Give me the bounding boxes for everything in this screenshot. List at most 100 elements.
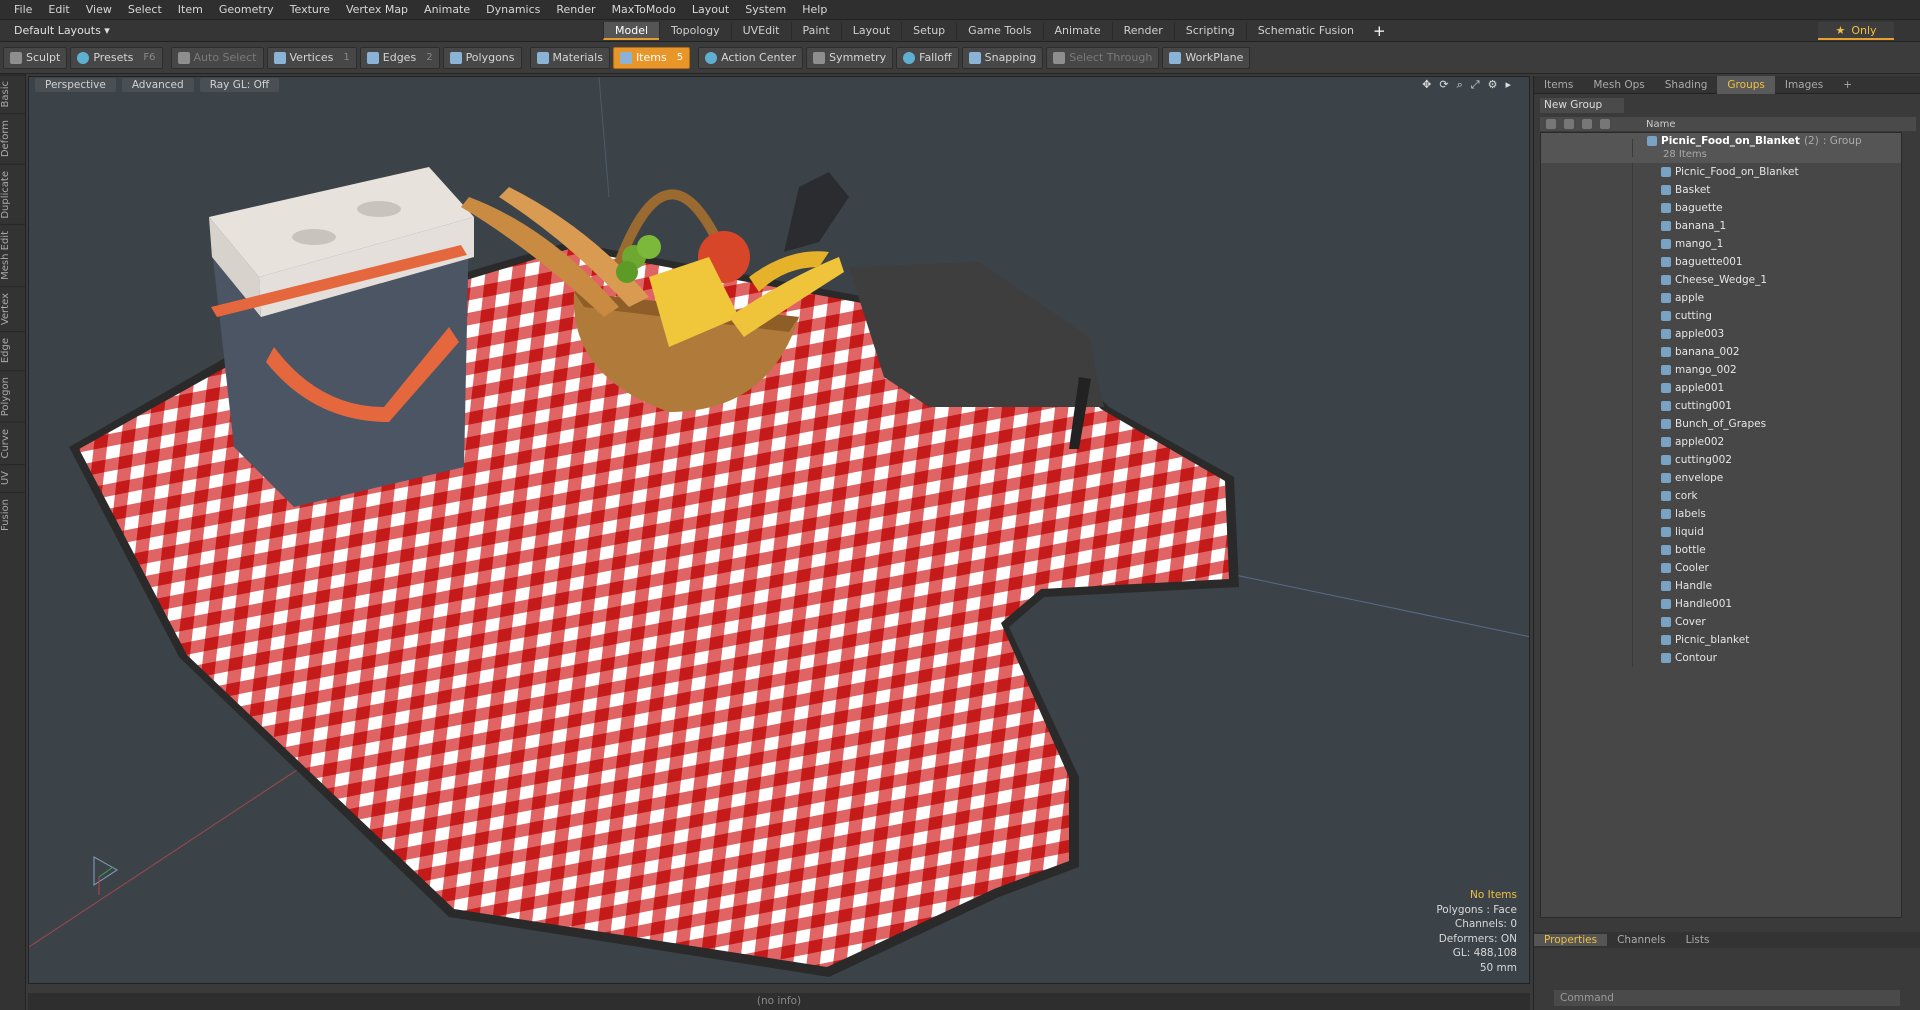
tree-item[interactable]: apple	[1541, 289, 1901, 307]
menu-item-edit[interactable]: Edit	[40, 3, 77, 16]
panel-tab-groups[interactable]: Groups	[1717, 75, 1775, 94]
tree-item[interactable]: Bunch_of_Grapes	[1541, 415, 1901, 433]
rail-tab-mesh-edit[interactable]: Mesh Edit	[0, 224, 26, 287]
menu-item-view[interactable]: View	[78, 3, 120, 16]
tab-layout[interactable]: Layout	[840, 22, 901, 40]
only-toggle[interactable]: ★ Only	[1818, 22, 1894, 40]
tree-item[interactable]: Cover	[1541, 613, 1901, 631]
bottom-tab-channels[interactable]: Channels	[1607, 934, 1676, 946]
menu-item-geometry[interactable]: Geometry	[211, 3, 282, 16]
snapping-button[interactable]: Snapping	[961, 46, 1044, 69]
items-button[interactable]: Items 5	[612, 46, 691, 69]
tab-scripting[interactable]: Scripting	[1173, 22, 1246, 40]
tree-item[interactable]: baguette001	[1541, 253, 1901, 271]
tree-item[interactable]: apple002	[1541, 433, 1901, 451]
vertices-button[interactable]: Vertices 1	[266, 46, 357, 69]
action-center-button[interactable]: Action Center	[698, 46, 804, 69]
add-tab-icon[interactable]: +	[1365, 22, 1394, 40]
panel-tab-images[interactable]: Images	[1775, 76, 1833, 94]
workplane-button[interactable]: WorkPlane	[1162, 46, 1251, 69]
new-group-button[interactable]: New Group	[1540, 98, 1624, 113]
rail-tab-basic[interactable]: Basic	[0, 74, 26, 114]
raygl-dropdown[interactable]: Ray GL: Off	[199, 78, 280, 92]
menu-item-help[interactable]: Help	[794, 3, 835, 16]
tree-item[interactable]: liquid	[1541, 523, 1901, 541]
tree-item[interactable]: banana_1	[1541, 217, 1901, 235]
tab-setup[interactable]: Setup	[901, 22, 956, 40]
edges-button[interactable]: Edges 2	[359, 46, 440, 69]
rail-tab-fusion[interactable]: Fusion	[0, 491, 26, 537]
tab-animate[interactable]: Animate	[1042, 22, 1112, 40]
tab-model[interactable]: Model	[603, 22, 660, 40]
symmetry-button[interactable]: Symmetry	[806, 46, 894, 69]
tree-item[interactable]: envelope	[1541, 469, 1901, 487]
view-mode-dropdown[interactable]: Perspective	[35, 78, 116, 92]
rail-tab-vertex[interactable]: Vertex	[0, 286, 26, 332]
tab-topology[interactable]: Topology	[659, 22, 731, 40]
default-layouts-dropdown[interactable]: Default Layouts ▾	[14, 24, 134, 37]
menu-item-vertex-map[interactable]: Vertex Map	[338, 3, 416, 16]
tree-item[interactable]: cork	[1541, 487, 1901, 505]
rail-tab-duplicate[interactable]: Duplicate	[0, 163, 26, 225]
fit-view-icon[interactable]: ⤢	[1471, 78, 1480, 92]
tree-item[interactable]: cutting002	[1541, 451, 1901, 469]
zoom-view-icon[interactable]: ⌕	[1457, 78, 1463, 92]
menu-item-dynamics[interactable]: Dynamics	[478, 3, 548, 16]
rotate-view-icon[interactable]: ⟳	[1439, 78, 1448, 92]
command-input[interactable]: Command	[1554, 990, 1900, 1006]
tree-item[interactable]: Contour	[1541, 649, 1901, 667]
rail-tab-edge[interactable]: Edge	[0, 331, 26, 370]
tree-item[interactable]: apple003	[1541, 325, 1901, 343]
tree-item[interactable]: Basket	[1541, 181, 1901, 199]
shading-dropdown[interactable]: Advanced	[121, 78, 194, 92]
rail-tab-polygon[interactable]: Polygon	[0, 369, 26, 422]
menu-item-file[interactable]: File	[6, 3, 40, 16]
panel-tab-items[interactable]: Items	[1534, 76, 1583, 94]
tree-item[interactable]: Cheese_Wedge_1	[1541, 271, 1901, 289]
menu-item-select[interactable]: Select	[120, 3, 170, 16]
falloff-button[interactable]: Falloff	[896, 46, 959, 69]
tree-item[interactable]: banana_002	[1541, 343, 1901, 361]
tree-item[interactable]: labels	[1541, 505, 1901, 523]
3d-viewport[interactable]: Perspective Advanced Ray GL: Off ✥ ⟳ ⌕ ⤢…	[28, 76, 1530, 984]
tab-schematic-fusion[interactable]: Schematic Fusion	[1245, 22, 1365, 40]
menu-item-maxtomodo[interactable]: MaxToModo	[604, 3, 684, 16]
tree-item[interactable]: Picnic_Food_on_Blanket	[1541, 163, 1901, 181]
rail-tab-deform[interactable]: Deform	[0, 113, 26, 164]
menu-item-layout[interactable]: Layout	[684, 3, 737, 16]
rail-tab-uv[interactable]: UV	[0, 464, 26, 492]
materials-button[interactable]: Materials	[529, 46, 610, 69]
tree-item[interactable]: cutting	[1541, 307, 1901, 325]
tab-render[interactable]: Render	[1111, 22, 1174, 40]
tree-item[interactable]: cutting001	[1541, 397, 1901, 415]
tree-item[interactable]: Picnic_blanket	[1541, 631, 1901, 649]
tree-item[interactable]: Handle001	[1541, 595, 1901, 613]
tree-item[interactable]: bottle	[1541, 541, 1901, 559]
select-through-button[interactable]: Select Through	[1046, 46, 1160, 69]
bottom-tab-lists[interactable]: Lists	[1676, 934, 1720, 946]
panel-tab-shading[interactable]: Shading	[1655, 76, 1718, 94]
tab-game-tools[interactable]: Game Tools	[956, 22, 1042, 40]
menu-item-system[interactable]: System	[737, 3, 794, 16]
menu-item-animate[interactable]: Animate	[416, 3, 478, 16]
auto-select-button[interactable]: Auto Select	[170, 46, 264, 69]
polygons-button[interactable]: Polygons	[442, 46, 522, 69]
move-view-icon[interactable]: ✥	[1422, 78, 1431, 92]
settings-icon[interactable]: ⚙	[1488, 78, 1498, 92]
rail-tab-curve[interactable]: Curve	[0, 421, 26, 465]
panel-tab-mesh-ops[interactable]: Mesh Ops	[1583, 76, 1654, 94]
expand-icon[interactable]: ▸	[1505, 78, 1511, 92]
bottom-tab-properties[interactable]: Properties	[1534, 934, 1608, 946]
tree-item[interactable]: baguette	[1541, 199, 1901, 217]
tree-item[interactable]: mango_1	[1541, 235, 1901, 253]
menu-item-item[interactable]: Item	[170, 3, 211, 16]
menu-item-render[interactable]: Render	[548, 3, 603, 16]
sculpt-button[interactable]: Sculpt	[3, 46, 68, 69]
menu-item-texture[interactable]: Texture	[282, 3, 338, 16]
tree-root-group[interactable]: Picnic_Food_on_Blanket (2) : Group 28 It…	[1541, 133, 1901, 163]
tab-uvedit[interactable]: UVEdit	[730, 22, 791, 40]
presets-button[interactable]: Presets F6	[70, 46, 163, 69]
tab-paint[interactable]: Paint	[790, 22, 841, 40]
tree-item[interactable]: apple001	[1541, 379, 1901, 397]
tree-item[interactable]: Cooler	[1541, 559, 1901, 577]
